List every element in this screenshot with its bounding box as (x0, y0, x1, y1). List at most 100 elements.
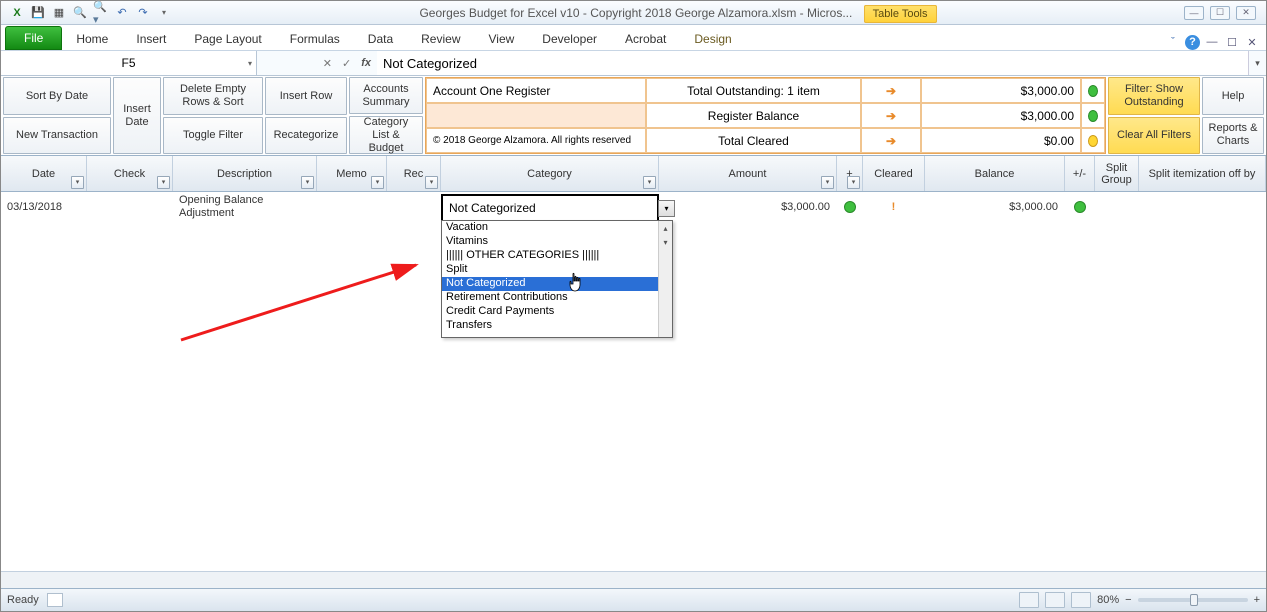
cell-split-off[interactable] (1139, 192, 1266, 222)
col-balance[interactable]: Balance (925, 156, 1065, 191)
name-box[interactable]: F5 ▾ (1, 51, 257, 75)
help-icon[interactable]: ? (1185, 35, 1200, 50)
zoom-slider[interactable] (1138, 598, 1248, 602)
find-dropdown-icon[interactable]: 🔍▾ (93, 5, 109, 21)
fx-icon[interactable]: fx (361, 57, 371, 69)
tab-developer[interactable]: Developer (528, 28, 611, 50)
filter-icon[interactable]: ▾ (847, 176, 860, 189)
delete-empty-rows-button[interactable]: Delete Empty Rows & Sort (163, 77, 263, 115)
formula-input[interactable] (377, 51, 1248, 75)
qat-menu-icon[interactable]: ▦ (51, 5, 67, 21)
save-icon[interactable]: 💾 (30, 5, 46, 21)
redo-icon[interactable]: ↷ (135, 5, 151, 21)
filter-icon[interactable]: ▾ (371, 176, 384, 189)
filter-icon[interactable]: ▾ (301, 176, 314, 189)
dropdown-button-icon[interactable]: ▾ (658, 200, 675, 217)
tab-file[interactable]: File (5, 26, 62, 50)
qat-dropdown-icon[interactable]: ▾ (156, 5, 172, 21)
toggle-filter-button[interactable]: Toggle Filter (163, 117, 263, 155)
col-category[interactable]: Category▾ (441, 156, 659, 191)
dropdown-item[interactable]: |||||| OTHER CATEGORIES |||||| (442, 249, 672, 263)
accounts-summary-button[interactable]: Accounts Summary (349, 77, 423, 114)
macro-record-icon[interactable] (47, 593, 63, 607)
table-tools-tab[interactable]: Table Tools (864, 5, 937, 23)
recategorize-button[interactable]: Recategorize (265, 117, 347, 155)
tab-insert[interactable]: Insert (122, 28, 180, 50)
col-memo[interactable]: Memo▾ (317, 156, 387, 191)
tab-data[interactable]: Data (354, 28, 407, 50)
horizontal-scrollbar[interactable] (1, 571, 1266, 588)
scroll-down-icon[interactable]: ▾ (659, 235, 672, 249)
filter-icon[interactable]: ▾ (157, 176, 170, 189)
col-plus-minus[interactable]: +/- (1065, 156, 1095, 191)
dropdown-item[interactable]: Vitamins (442, 235, 672, 249)
cell-description[interactable]: Opening Balance Adjustment (173, 192, 317, 222)
category-dropdown-list[interactable]: VacationVitamins|||||| OTHER CATEGORIES … (441, 220, 673, 338)
accept-formula-icon[interactable]: ✓ (342, 57, 351, 70)
new-transaction-button[interactable]: New Transaction (3, 117, 111, 155)
cell-split-group[interactable] (1095, 192, 1139, 222)
col-split-off[interactable]: Split itemization off by (1139, 156, 1266, 191)
normal-view-icon[interactable] (1019, 592, 1039, 608)
col-description[interactable]: Description▾ (173, 156, 317, 191)
tab-acrobat[interactable]: Acrobat (611, 28, 680, 50)
insert-date-button[interactable]: Insert Date (113, 77, 161, 154)
maximize-icon[interactable]: ☐ (1210, 6, 1230, 20)
filter-icon[interactable]: ▾ (643, 176, 656, 189)
tab-design[interactable]: Design (680, 28, 745, 50)
workbook-minimize-icon[interactable]: — (1204, 34, 1220, 50)
cancel-formula-icon[interactable]: ✕ (323, 57, 332, 70)
tab-view[interactable]: View (475, 28, 529, 50)
tab-review[interactable]: Review (407, 28, 474, 50)
dropdown-item[interactable]: Credit Card Payments (442, 305, 672, 319)
filter-icon[interactable]: ▾ (425, 176, 438, 189)
cell-rec[interactable] (387, 192, 441, 222)
filter-icon[interactable]: ▾ (821, 176, 834, 189)
tab-page-layout[interactable]: Page Layout (180, 28, 275, 50)
insert-row-button[interactable]: Insert Row (265, 77, 347, 115)
scroll-up-icon[interactable]: ▴ (659, 221, 672, 235)
tab-formulas[interactable]: Formulas (276, 28, 354, 50)
page-layout-view-icon[interactable] (1045, 592, 1065, 608)
col-check[interactable]: Check▾ (87, 156, 173, 191)
undo-icon[interactable]: ↶ (114, 5, 130, 21)
col-rec[interactable]: Rec▾ (387, 156, 441, 191)
category-list-button[interactable]: Category List & Budget (349, 116, 423, 154)
cell-date[interactable]: 03/13/2018 (1, 192, 87, 222)
dropdown-item[interactable]: Split (442, 263, 672, 277)
formula-expand-icon[interactable]: ▾ (1248, 51, 1266, 75)
col-plus[interactable]: +▾ (837, 156, 863, 191)
zoom-level[interactable]: 80% (1097, 594, 1119, 606)
workbook-maximize-icon[interactable]: ☐ (1224, 34, 1240, 50)
col-date[interactable]: Date▾ (1, 156, 87, 191)
filter-icon[interactable]: ▾ (71, 176, 84, 189)
cell-check[interactable] (87, 192, 173, 222)
cell-amount[interactable]: $3,000.00 (659, 192, 837, 222)
tab-home[interactable]: Home (62, 28, 122, 50)
minimize-ribbon-icon[interactable]: ˇ (1165, 34, 1181, 50)
zoom-out-icon[interactable]: − (1125, 594, 1131, 606)
clear-all-filters-button[interactable]: Clear All Filters (1108, 117, 1200, 155)
find-icon[interactable]: 🔍 (72, 5, 88, 21)
dropdown-scrollbar[interactable]: ▴ ▾ (658, 221, 672, 337)
dropdown-item[interactable]: Transfers (442, 319, 672, 333)
col-split-group[interactable]: Split Group (1095, 156, 1139, 191)
dropdown-item[interactable]: Vacation (442, 221, 672, 235)
cell-cleared[interactable]: ! (863, 192, 925, 222)
col-cleared[interactable]: Cleared (863, 156, 925, 191)
workbook-close-icon[interactable]: ✕ (1244, 34, 1260, 50)
filter-show-outstanding-button[interactable]: Filter: Show Outstanding (1108, 77, 1200, 115)
zoom-in-icon[interactable]: + (1254, 594, 1260, 606)
name-box-dropdown-icon[interactable]: ▾ (248, 59, 252, 68)
minimize-icon[interactable]: — (1184, 6, 1204, 20)
dropdown-item[interactable]: Retirement Contributions (442, 291, 672, 305)
col-amount[interactable]: Amount▾ (659, 156, 837, 191)
category-cell-editor[interactable]: Not Categorized ▾ (441, 194, 659, 222)
sort-by-date-button[interactable]: Sort By Date (3, 77, 111, 115)
reports-charts-button[interactable]: Reports & Charts (1202, 117, 1264, 155)
category-input[interactable]: Not Categorized (443, 196, 657, 220)
close-icon[interactable]: ✕ (1236, 6, 1256, 20)
page-break-view-icon[interactable] (1071, 592, 1091, 608)
dropdown-item[interactable]: Not Categorized (442, 277, 672, 291)
cell-memo[interactable] (317, 192, 387, 222)
